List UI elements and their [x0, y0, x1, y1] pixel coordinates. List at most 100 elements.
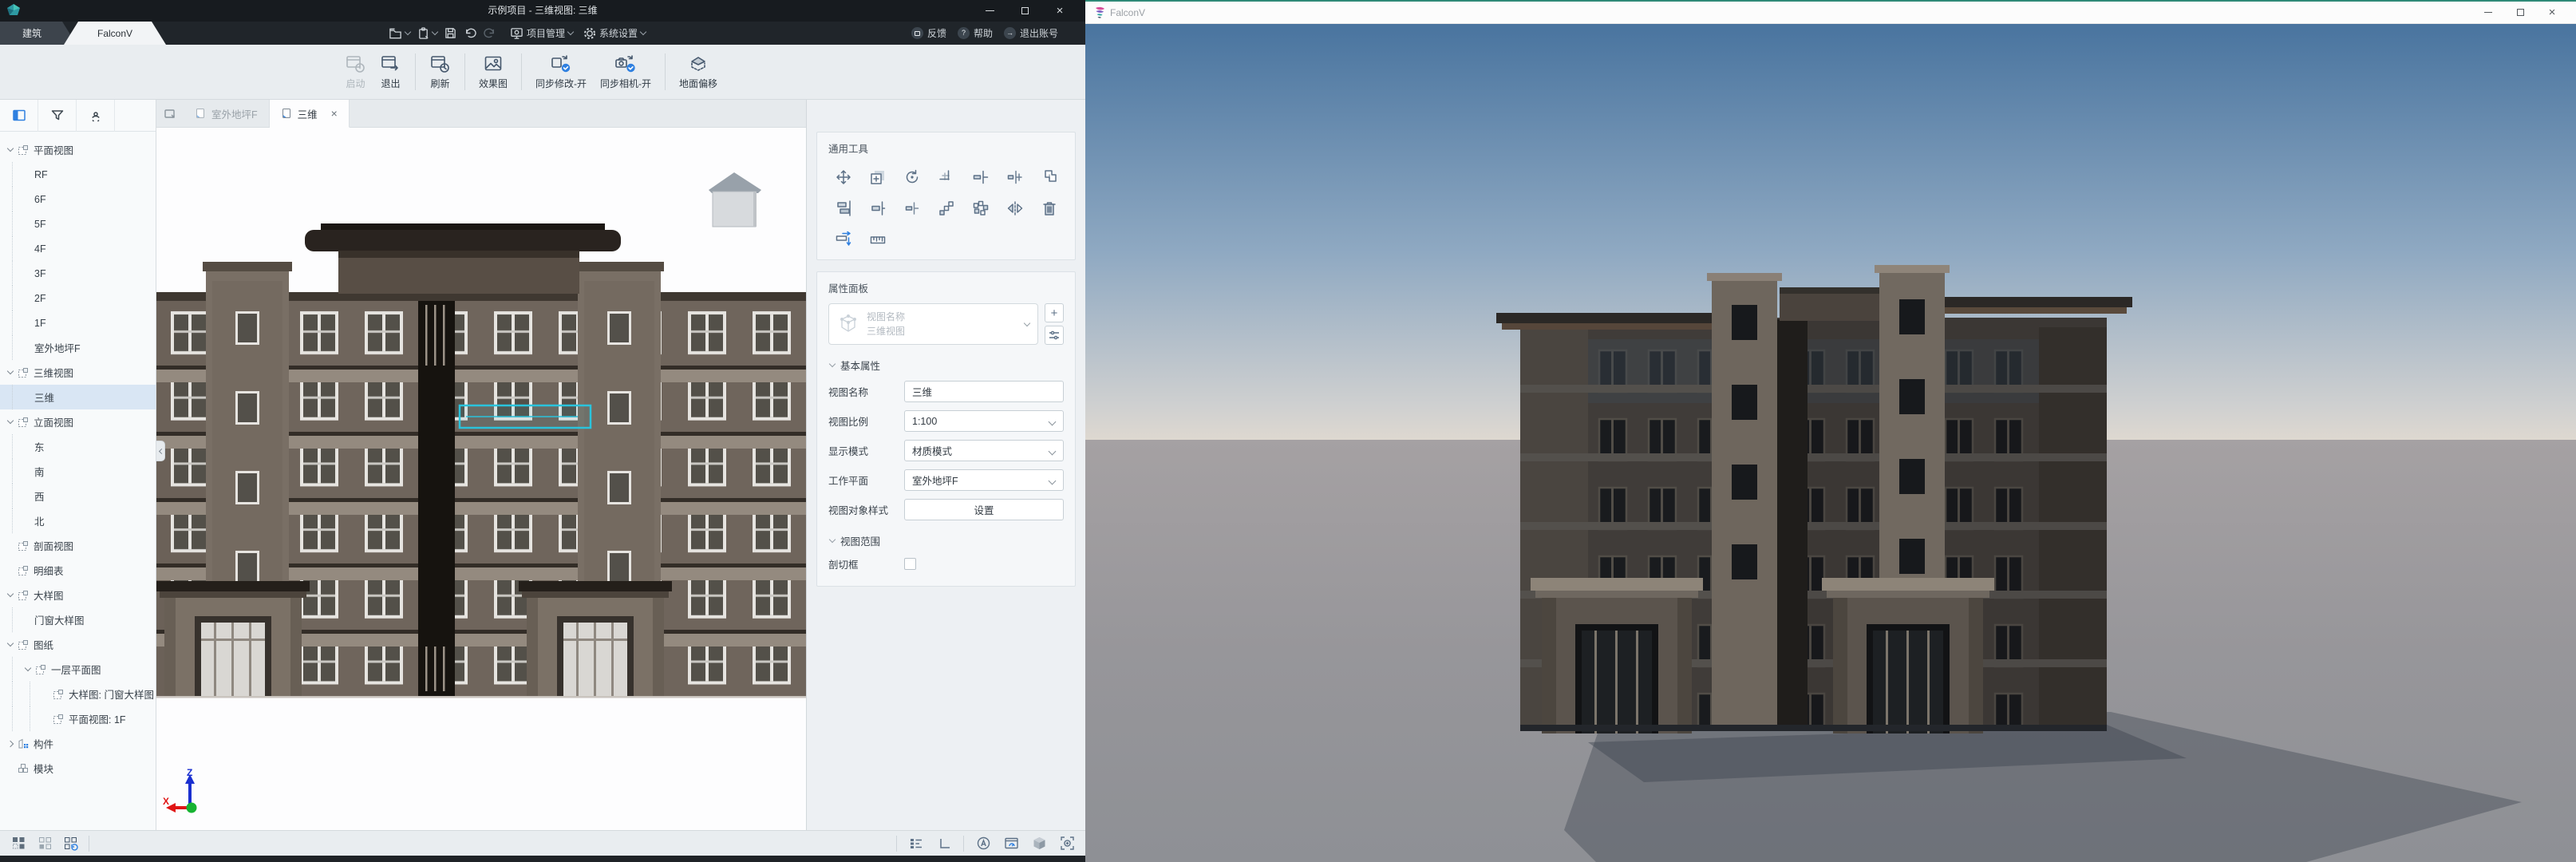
type-selector[interactable]: 视图名称三维视图	[828, 303, 1038, 345]
chevron-down-icon[interactable]	[405, 29, 411, 35]
tree-item[interactable]: 南	[0, 459, 156, 484]
minimize-button[interactable]	[2472, 2, 2504, 24]
close-button[interactable]: ×	[2536, 2, 2568, 24]
tab-architecture[interactable]: 建筑	[0, 22, 77, 45]
add-type-button[interactable]: +	[1045, 303, 1064, 322]
save-button[interactable]	[444, 27, 456, 39]
exit-button[interactable]: 退出	[380, 53, 401, 90]
section-view-range[interactable]: 视图范围	[830, 533, 1064, 548]
section-box-checkbox[interactable]	[904, 558, 916, 570]
work-plane-select[interactable]: 室外地坪F	[904, 469, 1064, 491]
maximize-button[interactable]	[2504, 2, 2536, 24]
sync-camera-toggle[interactable]: 同步相机-开	[600, 53, 651, 90]
offset-icon[interactable]	[835, 231, 852, 248]
view-scale-select[interactable]: 1:100	[904, 410, 1064, 432]
close-tab-icon[interactable]: ×	[331, 107, 338, 120]
object-style-settings-button[interactable]: 设置	[904, 499, 1064, 520]
tree-item[interactable]: 东	[0, 434, 156, 459]
align-icon[interactable]	[835, 200, 852, 217]
paste-button[interactable]	[417, 27, 437, 40]
open-file-button[interactable]	[389, 27, 410, 40]
redo-button[interactable]	[484, 27, 496, 39]
tree-item[interactable]: 三维视图	[0, 360, 156, 385]
array-icon[interactable]	[938, 200, 955, 217]
panel-toggle-icon[interactable]	[0, 100, 38, 132]
select-restore-icon[interactable]	[62, 835, 80, 852]
minimize-button[interactable]	[972, 0, 1007, 22]
rotate-icon[interactable]	[903, 168, 921, 186]
match-icon[interactable]	[1041, 168, 1058, 186]
system-settings-menu[interactable]: 系统设置	[583, 26, 646, 40]
launch-button[interactable]: 启动	[345, 53, 366, 90]
view-name-input[interactable]	[904, 381, 1064, 402]
tree-item[interactable]: 1F	[0, 310, 156, 335]
tree-item[interactable]: RF	[0, 162, 156, 187]
select-faces-icon[interactable]	[36, 835, 53, 852]
tree-item[interactable]: 构件	[0, 731, 156, 756]
delete-icon[interactable]	[1041, 200, 1058, 217]
pop-out-view-icon[interactable]	[156, 100, 184, 127]
tree-item[interactable]: 立面视图	[0, 409, 156, 434]
model-viewport[interactable]: Z X	[156, 128, 806, 830]
copy-icon[interactable]	[869, 168, 887, 186]
chevron-down-icon[interactable]	[432, 29, 438, 35]
sync-modify-toggle[interactable]: 同步修改-开	[535, 53, 587, 90]
crop-view-icon[interactable]	[935, 835, 953, 852]
tree-item[interactable]: 5F	[0, 212, 156, 236]
tree-item[interactable]: 西	[0, 484, 156, 508]
tree-item[interactable]: 模块	[0, 756, 156, 781]
tree-item[interactable]: 6F	[0, 187, 156, 212]
select-elements-icon[interactable]	[10, 835, 27, 852]
tree-item[interactable]: 2F	[0, 286, 156, 310]
measure-icon[interactable]	[869, 231, 887, 248]
trim-icon[interactable]	[972, 168, 990, 186]
tree-item[interactable]: 平面视图	[0, 137, 156, 162]
tab-falconv[interactable]: FalconV	[64, 22, 166, 45]
tree-item[interactable]: 明细表	[0, 558, 156, 583]
tree-item[interactable]: 室外地坪F	[0, 335, 156, 360]
tree-item[interactable]: 剖面视图	[0, 533, 156, 558]
tree-item[interactable]: 门窗大样图	[0, 607, 156, 632]
annotation-visibility-icon[interactable]	[974, 835, 992, 852]
tree-item[interactable]: 北	[0, 508, 156, 533]
tree-item[interactable]: 平面视图: 1F	[0, 706, 156, 731]
maximize-button[interactable]	[1007, 0, 1042, 22]
sidebar-collapse-handle[interactable]	[156, 441, 165, 461]
tree-item[interactable]: 4F	[0, 236, 156, 261]
section-basic-properties[interactable]: 基本属性	[830, 358, 1064, 373]
detail-level-icon[interactable]	[907, 835, 925, 852]
tree-item[interactable]: 一层平面图	[0, 657, 156, 682]
tree-item[interactable]: 大样图	[0, 583, 156, 607]
locate-icon[interactable]	[77, 100, 115, 132]
split-icon[interactable]	[1006, 168, 1024, 186]
align-right-icon[interactable]	[869, 200, 887, 217]
ground-offset-button[interactable]: 地面偏移	[679, 53, 717, 90]
type-settings-button[interactable]	[1045, 326, 1064, 345]
view-tab-3d[interactable]: 三维 ×	[270, 100, 350, 128]
render-viewport[interactable]	[1085, 24, 2576, 862]
feedback-button[interactable]: 反馈	[911, 26, 946, 40]
view-performance-icon[interactable]	[1002, 835, 1020, 852]
shaded-mode-icon[interactable]	[1030, 835, 1048, 852]
tree-item[interactable]: 图纸	[0, 632, 156, 657]
close-button[interactable]: ×	[1042, 0, 1077, 22]
logout-button[interactable]: →退出账号	[1004, 26, 1058, 40]
project-management-menu[interactable]: 项目管理	[510, 26, 573, 40]
home-view-icon[interactable]	[702, 161, 768, 238]
zoom-fit-icon[interactable]	[1058, 835, 1076, 852]
tree-item[interactable]: 3F	[0, 261, 156, 286]
render-image-button[interactable]: 效果图	[479, 53, 508, 90]
filter-icon[interactable]	[38, 100, 77, 132]
refresh-button[interactable]: 刷新	[429, 53, 451, 90]
align-left-icon[interactable]	[903, 200, 921, 217]
tree-item[interactable]: 大样图: 门窗大样图	[0, 682, 156, 706]
trim-corner-icon[interactable]	[938, 168, 955, 186]
move-icon[interactable]	[835, 168, 852, 186]
help-button[interactable]: ?帮助	[958, 26, 993, 40]
undo-button[interactable]	[464, 27, 476, 39]
mirror-icon[interactable]	[1006, 200, 1024, 217]
display-mode-select[interactable]: 材质模式	[904, 440, 1064, 461]
view-tab-site[interactable]: 室外地坪F	[184, 100, 270, 127]
tree-item[interactable]: 三维	[0, 385, 156, 409]
group-icon[interactable]	[972, 200, 990, 217]
